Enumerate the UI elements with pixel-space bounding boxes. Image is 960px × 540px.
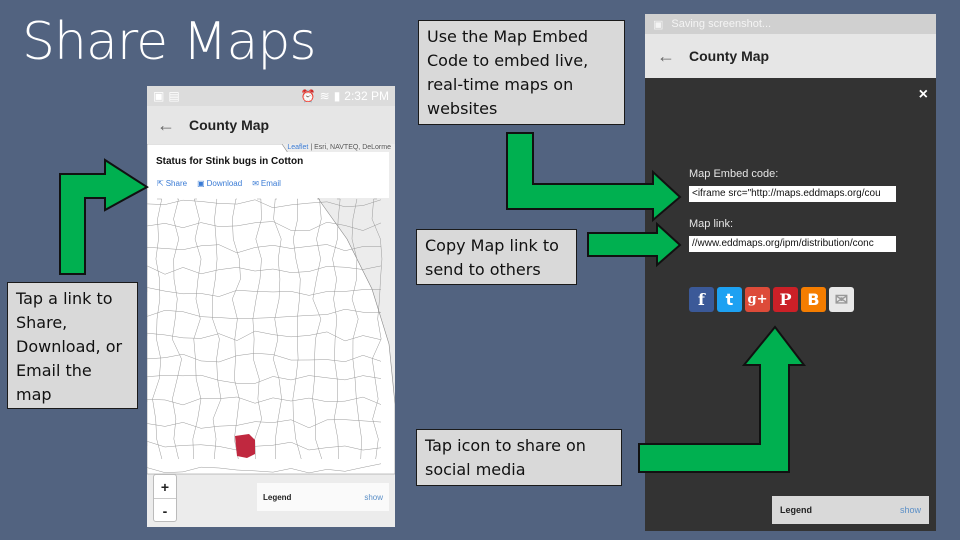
arrow-to-embed-code [506,132,682,223]
arrow-to-map-link [587,221,682,268]
arrows-layer [59,132,807,473]
arrow-to-share-links [59,158,149,275]
arrow-to-social-icons [638,325,807,473]
